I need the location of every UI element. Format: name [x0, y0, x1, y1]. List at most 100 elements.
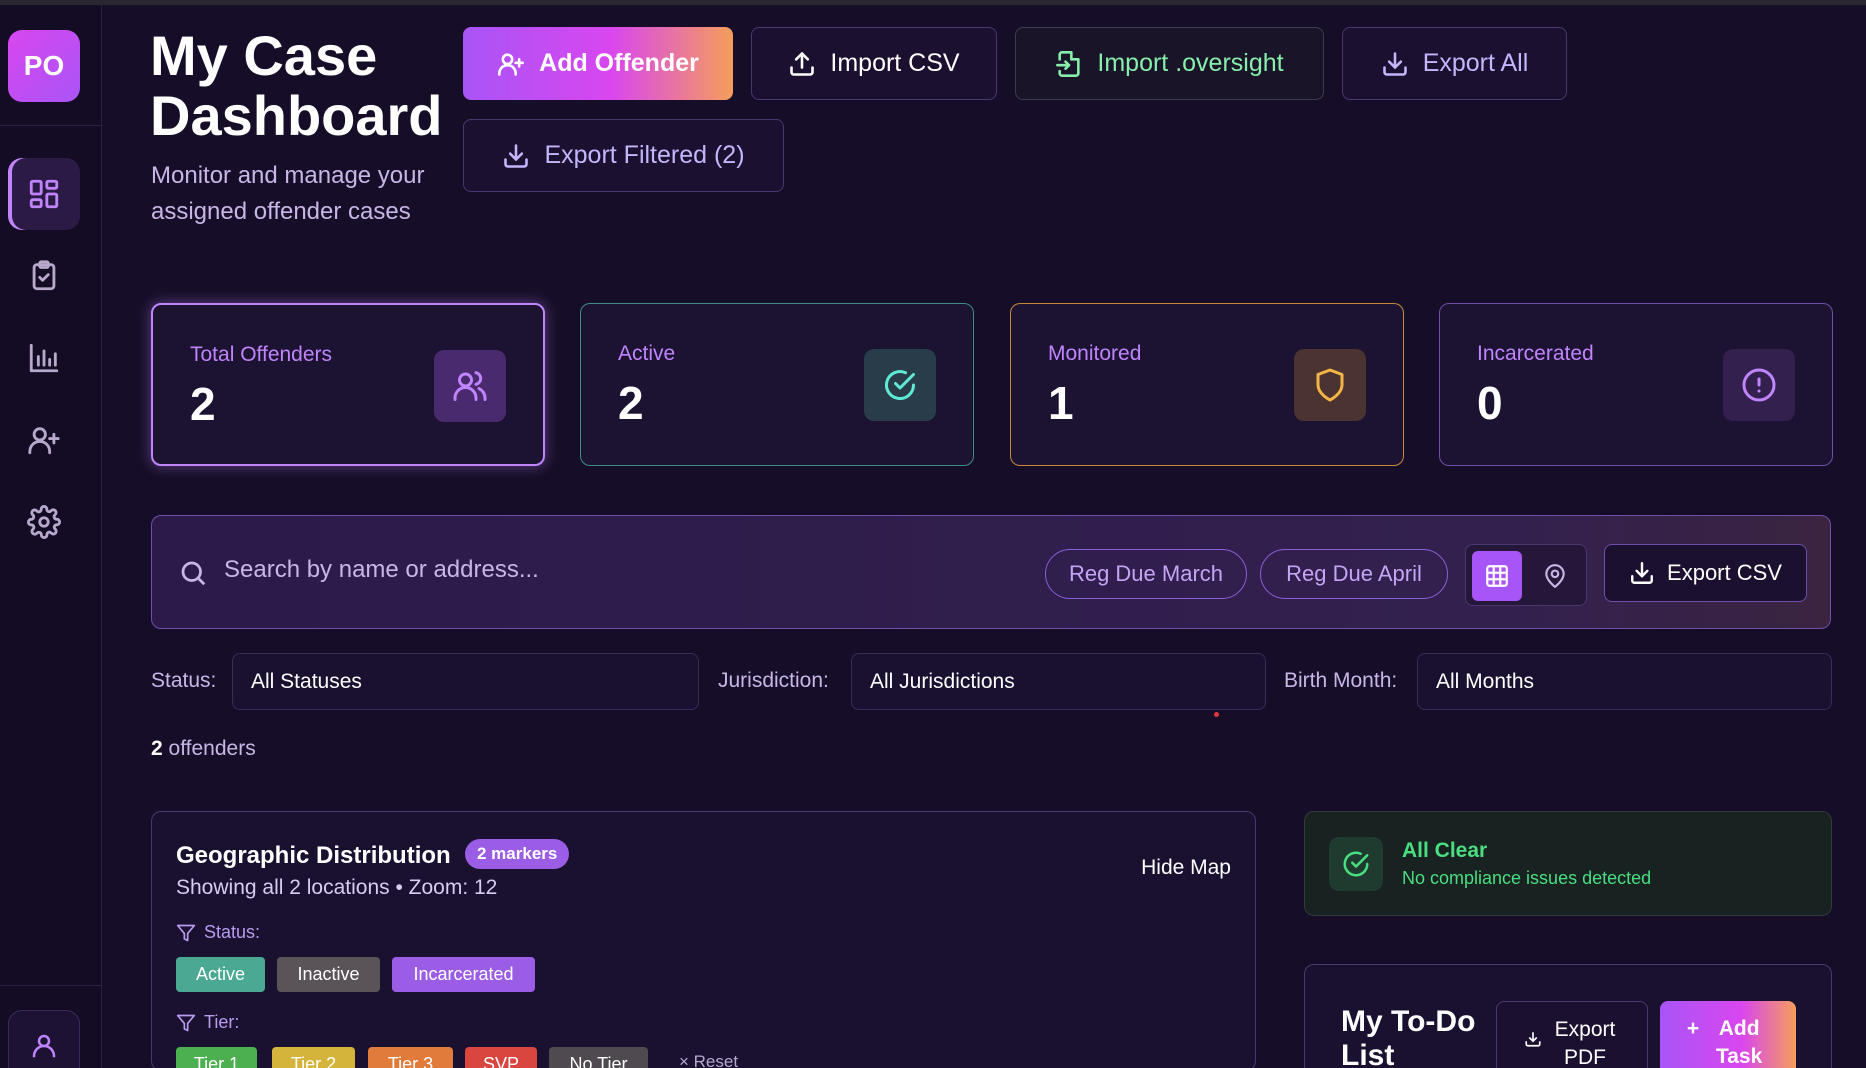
status-filter-select[interactable]: All Statuses [232, 653, 699, 710]
user-icon [32, 1034, 56, 1058]
search-bar: Search by name or address... Reg Due Mar… [151, 515, 1831, 629]
sidebar-item-tasks[interactable] [8, 240, 80, 312]
map-pin-icon [1545, 564, 1565, 588]
page-title: My Case Dashboard [150, 24, 443, 147]
birth-month-filter-label: Birth Month: [1284, 669, 1398, 692]
compliance-title: All Clear [1402, 839, 1488, 862]
alert-circle-icon [1723, 349, 1795, 421]
stat-card-monitored[interactable]: Monitored 1 [1010, 303, 1404, 466]
status-filter-label: Status: [151, 669, 217, 692]
stat-label: Monitored [1048, 342, 1142, 365]
stat-value: 2 [190, 378, 216, 430]
export-all-button[interactable]: Export All [1342, 27, 1567, 100]
tier-filter-heading: Tier: [176, 1012, 239, 1033]
tier-chip-3[interactable]: Tier 3 [368, 1047, 453, 1068]
tier-filter-heading-label: Tier: [204, 1012, 240, 1032]
import-csv-button[interactable]: Import CSV [751, 27, 997, 100]
tier-chip-1[interactable]: Tier 1 [176, 1047, 257, 1068]
todo-panel: My To-Do List Export PDF + Add Task [1304, 964, 1832, 1068]
tier-chip-svp[interactable]: SVP [465, 1047, 537, 1068]
markers-badge: 2 markers [465, 839, 570, 869]
sidebar-divider [0, 125, 102, 126]
result-count-suffix: offenders [168, 737, 256, 760]
check-circle-icon [864, 349, 936, 421]
jurisdiction-filter-select[interactable]: All Jurisdictions [851, 653, 1266, 710]
sidebar-item-dashboard[interactable] [8, 158, 80, 230]
export-filtered-label: Export Filtered (2) [544, 141, 745, 169]
result-count: 2 offenders [151, 737, 256, 761]
check-circle-icon [1329, 837, 1383, 891]
sidebar-bottom-divider [0, 985, 102, 986]
map-subtitle: Showing all 2 locations • Zoom: 12 [176, 876, 498, 899]
upload-icon [790, 51, 815, 76]
import-oversight-label: Import .oversight [1097, 49, 1284, 77]
compliance-status-card: All Clear No compliance issues detected [1304, 811, 1832, 916]
export-all-label: Export All [1422, 49, 1529, 77]
app-logo[interactable]: PO [8, 30, 80, 102]
add-task-button[interactable]: + Add Task [1660, 1001, 1796, 1068]
reg-due-april-pill[interactable]: Reg Due April [1260, 549, 1448, 599]
stat-value: 1 [1048, 377, 1074, 429]
status-filter-heading: Status: [176, 922, 260, 943]
users-icon [434, 350, 506, 422]
plus-icon: + [1686, 1017, 1700, 1040]
export-csv-button[interactable]: Export CSV [1604, 544, 1807, 602]
page-subtitle: Monitor and manage your assigned offende… [151, 162, 425, 225]
add-offender-label: Add Offender [539, 49, 699, 77]
grid-icon [1486, 565, 1508, 587]
view-toggle [1465, 544, 1587, 606]
shield-icon [1294, 349, 1366, 421]
dashboard-icon [29, 179, 59, 209]
result-count-number: 2 [151, 737, 163, 760]
sidebar-item-add-user[interactable] [8, 404, 80, 476]
user-plus-icon [498, 52, 525, 76]
window-top-border [0, 0, 1866, 5]
export-pdf-button[interactable]: Export PDF [1496, 1001, 1648, 1068]
stat-label: Active [618, 342, 676, 365]
status-filter-heading-label: Status: [204, 922, 261, 942]
reset-filters-button[interactable]: × Reset [679, 1052, 738, 1068]
map-view-button[interactable] [1530, 551, 1580, 601]
filter-icon [176, 1014, 196, 1031]
geographic-distribution-panel: Geographic Distribution 2 markers Showin… [151, 811, 1256, 1068]
export-pdf-label: Export PDF [1554, 1018, 1616, 1068]
import-csv-label: Import CSV [830, 49, 960, 77]
jurisdiction-filter-label: Jurisdiction: [718, 669, 829, 692]
stat-value: 2 [618, 377, 644, 429]
filter-icon [176, 924, 196, 941]
add-offender-button[interactable]: Add Offender [463, 27, 733, 100]
hide-map-button[interactable]: Hide Map [1141, 856, 1231, 880]
stat-label: Incarcerated [1477, 342, 1594, 365]
download-icon [1382, 51, 1407, 76]
status-chip-incarcerated[interactable]: Incarcerated [392, 957, 535, 992]
bar-chart-icon [29, 343, 59, 373]
compliance-subtitle: No compliance issues detected [1402, 868, 1652, 888]
import-oversight-button[interactable]: Import .oversight [1015, 27, 1324, 100]
sidebar: PO [0, 5, 102, 1068]
search-input[interactable]: Search by name or address... [224, 556, 539, 584]
status-chip-active[interactable]: Active [176, 957, 265, 992]
sidebar-item-analytics[interactable] [8, 322, 80, 394]
todo-title: My To-Do List [1341, 1005, 1476, 1068]
stat-label: Total Offenders [190, 343, 333, 366]
export-csv-label: Export CSV [1667, 560, 1782, 585]
stat-card-active[interactable]: Active 2 [580, 303, 974, 466]
stat-card-incarcerated[interactable]: Incarcerated 0 [1439, 303, 1833, 466]
add-task-label: Add Task [1715, 1017, 1763, 1068]
tier-chip-none[interactable]: No Tier [549, 1047, 648, 1068]
birth-month-filter-select[interactable]: All Months [1417, 653, 1832, 710]
clipboard-check-icon [32, 260, 56, 291]
export-filtered-button[interactable]: Export Filtered (2) [463, 119, 784, 192]
user-plus-icon [28, 427, 60, 455]
download-icon [504, 143, 529, 168]
stat-card-total-offenders[interactable]: Total Offenders 2 [151, 303, 545, 466]
user-profile-button[interactable] [8, 1010, 80, 1068]
grid-view-button[interactable] [1472, 551, 1522, 601]
sidebar-item-settings[interactable] [8, 486, 80, 558]
map-title: Geographic Distribution [176, 842, 451, 869]
reg-due-march-pill[interactable]: Reg Due March [1045, 549, 1247, 599]
tier-chip-2[interactable]: Tier 2 [272, 1047, 355, 1068]
file-import-icon [1056, 50, 1081, 77]
search-icon [178, 558, 208, 588]
status-chip-inactive[interactable]: Inactive [277, 957, 380, 992]
